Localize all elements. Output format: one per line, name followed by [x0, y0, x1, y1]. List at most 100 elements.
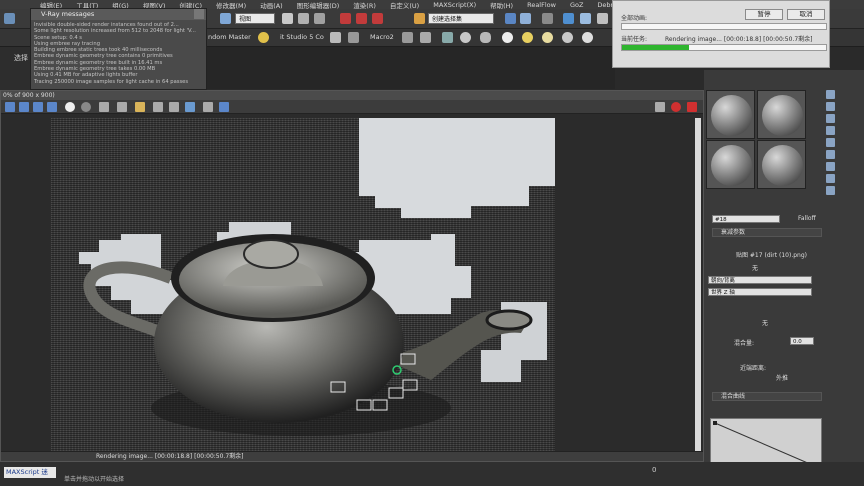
- video-check-icon[interactable]: [826, 138, 835, 147]
- grid-icon[interactable]: [402, 32, 413, 43]
- teapot-icon[interactable]: [348, 32, 359, 43]
- viewport-strip: [205, 47, 615, 89]
- mix-curve-rollout[interactable]: 混合曲线: [712, 392, 822, 401]
- sphere-yellow-icon[interactable]: [522, 32, 533, 43]
- color-correct-icon[interactable]: [219, 102, 229, 112]
- undo-icon[interactable]: [4, 13, 15, 24]
- snap-icon[interactable]: [340, 13, 351, 24]
- make-preview-icon[interactable]: [826, 150, 835, 159]
- angle-snap-icon[interactable]: [356, 13, 367, 24]
- falloff-direction-combo[interactable]: 世界 Z 轴: [708, 288, 812, 296]
- sphere-gray-icon[interactable]: [562, 32, 573, 43]
- material-slot[interactable]: [757, 140, 806, 189]
- select-label: 选择: [14, 54, 28, 62]
- view-combo[interactable]: 视图: [235, 13, 275, 24]
- extrapolate-label[interactable]: 外推: [776, 373, 788, 382]
- scale-icon[interactable]: [314, 13, 325, 24]
- folder-icon[interactable]: [135, 102, 145, 112]
- layer-icon[interactable]: [542, 13, 553, 24]
- current-task-text: Rendering image... [00:00:18.8] [00:00:5…: [665, 36, 813, 43]
- material-navigator-icon[interactable]: [826, 186, 835, 195]
- sphere-cream-icon[interactable]: [542, 32, 553, 43]
- none-map-label-2[interactable]: 无: [762, 318, 768, 327]
- close-icon[interactable]: [194, 9, 204, 19]
- falloff-map-type[interactable]: Falloff: [798, 215, 816, 222]
- percent-snap-icon[interactable]: [372, 13, 383, 24]
- falloff-type-combo[interactable]: 朝向/背离: [708, 276, 812, 284]
- spout-opening: [485, 309, 533, 331]
- sample-type-icon[interactable]: [826, 90, 835, 99]
- lens-effects-icon[interactable]: [203, 102, 213, 112]
- blob-icon[interactable]: [480, 32, 491, 43]
- stop-render-icon[interactable]: [671, 102, 681, 112]
- map-slot-label[interactable]: 贴图 #17 (dirt (10).png): [736, 250, 807, 259]
- map-name-combo[interactable]: #18: [712, 215, 780, 223]
- pause-button[interactable]: 暂停: [745, 9, 783, 20]
- render-icon[interactable]: [597, 13, 608, 24]
- tab-macro2[interactable]: Macro2: [370, 33, 394, 41]
- table-icon[interactable]: [420, 32, 431, 43]
- material-editor-icon[interactable]: [563, 13, 574, 24]
- green-channel-icon[interactable]: [33, 102, 43, 112]
- paint-icon[interactable]: [442, 32, 453, 43]
- options-icon[interactable]: [826, 162, 835, 171]
- move-icon[interactable]: [282, 13, 293, 24]
- maxscript-listener[interactable]: MAXScript 迷: [4, 467, 56, 478]
- material-slot[interactable]: [757, 90, 806, 139]
- mono-icon[interactable]: [81, 102, 91, 112]
- vray-messages-title: V-Ray messages: [41, 10, 95, 18]
- render-again-icon[interactable]: [687, 102, 697, 112]
- vray-frame-buffer: 0% of 900 x 900) Rendering image... [00:…: [0, 90, 704, 462]
- render-canvas[interactable]: [51, 118, 555, 452]
- none-map-label[interactable]: 无: [752, 263, 758, 272]
- falloff-params-rollout[interactable]: 衰减参数: [712, 228, 822, 237]
- sphere-white-icon[interactable]: [502, 32, 513, 43]
- render-setup-icon[interactable]: [580, 13, 591, 24]
- rotate-icon[interactable]: [298, 13, 309, 24]
- red-channel-icon[interactable]: [19, 102, 29, 112]
- mirror-icon[interactable]: [505, 13, 516, 24]
- align-icon[interactable]: [520, 13, 531, 24]
- alpha-icon[interactable]: [65, 102, 75, 112]
- tab-light-studio[interactable]: it Studio 5 Co: [280, 33, 324, 41]
- vfb-title: 0% of 900 x 900): [3, 92, 55, 99]
- vray-messages-titlebar[interactable]: V-Ray messages: [31, 9, 206, 20]
- rgb-channel-icon[interactable]: [5, 102, 15, 112]
- pencil-icon[interactable]: [414, 13, 425, 24]
- clear-icon[interactable]: [117, 102, 127, 112]
- status-bar: 单击并拖动以开始选择 0: [0, 462, 864, 486]
- pause-render-icon[interactable]: [655, 102, 665, 112]
- light-bulb-icon[interactable]: [258, 32, 269, 43]
- menu-maxscript[interactable]: MAXScript(X): [433, 1, 476, 9]
- task-progress-bar: [621, 44, 827, 51]
- log-line: Tracing 250000 image samples for light c…: [34, 78, 189, 85]
- mix-amount-field[interactable]: 0.0: [790, 337, 814, 345]
- menu-goz[interactable]: GoZ: [570, 1, 583, 9]
- render-image: [79, 118, 555, 436]
- cancel-button[interactable]: 取消: [787, 9, 825, 20]
- menu-realflow[interactable]: RealFlow: [527, 1, 556, 9]
- camera-icon[interactable]: [330, 32, 341, 43]
- track-mouse-icon[interactable]: [169, 102, 179, 112]
- save-icon[interactable]: [99, 102, 109, 112]
- selection-set-combo[interactable]: 创建选择集: [428, 13, 494, 24]
- uv-tiling-icon[interactable]: [826, 126, 835, 135]
- backlight-icon[interactable]: [826, 102, 835, 111]
- vfb-scrollbar[interactable]: [695, 118, 701, 452]
- drop-icon[interactable]: [460, 32, 471, 43]
- teapot-knob: [243, 239, 299, 269]
- material-slot[interactable]: [706, 90, 755, 139]
- bright-bucket-top: [359, 118, 555, 218]
- follow-mouse-icon[interactable]: [185, 102, 195, 112]
- select-icon[interactable]: [220, 13, 231, 24]
- region-render-icon[interactable]: [153, 102, 163, 112]
- total-progress-bar: [621, 23, 827, 30]
- tab-random-master[interactable]: ndom Master: [208, 33, 251, 41]
- select-by-material-icon[interactable]: [826, 174, 835, 183]
- vray-messages-log[interactable]: Invisible double-sided render instances …: [31, 20, 206, 87]
- material-slot[interactable]: [706, 140, 755, 189]
- sphere-light-icon[interactable]: [582, 32, 593, 43]
- background-icon[interactable]: [826, 114, 835, 123]
- blue-channel-icon[interactable]: [47, 102, 57, 112]
- vfb-titlebar[interactable]: 0% of 900 x 900): [1, 91, 703, 100]
